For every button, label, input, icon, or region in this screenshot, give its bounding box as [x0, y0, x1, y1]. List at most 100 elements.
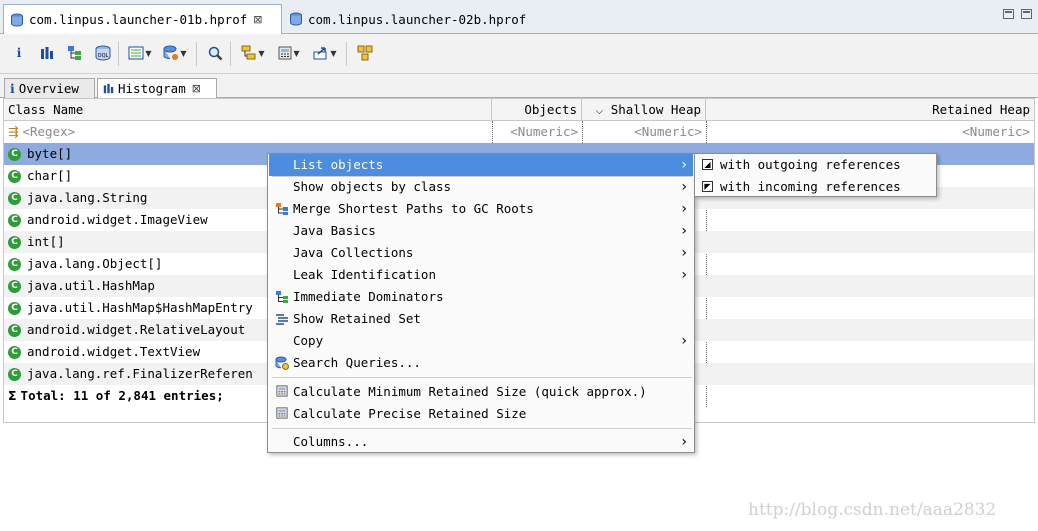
class-icon: C [8, 324, 21, 337]
menu-item-calc-precise-retained[interactable]: Calculate Precise Retained Size [269, 403, 693, 425]
class-name: int[] [27, 234, 65, 249]
sort-descending-icon: ⌵ [595, 106, 604, 117]
menu-item-label: with incoming references [720, 179, 901, 194]
class-name: char[] [27, 168, 73, 183]
menu-item-label: with outgoing references [720, 157, 901, 172]
maximize-icon[interactable] [1021, 9, 1032, 19]
menu-item-merge-shortest-paths[interactable]: Merge Shortest Paths to GC Roots › [269, 198, 693, 220]
column-header-retained-heap[interactable]: Retained Heap [706, 99, 1034, 121]
list-objects-submenu: ◢ with outgoing references ◤ with incomi… [694, 153, 937, 197]
export-icon[interactable]: ▼ [310, 43, 340, 63]
tab-label: Histogram [118, 81, 186, 96]
filter-placeholder: <Regex> [22, 124, 76, 139]
close-icon[interactable]: ⊠ [253, 13, 262, 26]
regex-filter-input[interactable]: ⇶ <Regex> [4, 121, 492, 143]
menu-item-label: Show objects by class [293, 179, 452, 194]
column-header-label: Shallow Heap [610, 102, 701, 117]
menu-item-show-objects-by-class[interactable]: Show objects by class › [269, 176, 693, 198]
filter-icon: ⇶ [8, 124, 19, 139]
class-icon: C [8, 368, 21, 381]
inner-tab-bar: i Overview Histogram ⊠ [0, 74, 1038, 98]
tab-overview[interactable]: i Overview [4, 78, 95, 98]
oql-icon[interactable]: OQL [92, 43, 114, 63]
menu-item-with-outgoing-references[interactable]: ◢ with outgoing references [696, 154, 936, 176]
menu-item-label: Java Collections [293, 245, 414, 260]
retained-heap-filter-input[interactable]: <Numeric> [706, 121, 1034, 143]
menu-item-immediate-dominators[interactable]: Immediate Dominators [269, 286, 693, 308]
menu-item-list-objects[interactable]: List objects › [269, 154, 693, 176]
editor-tab-label: com.linpus.launcher-01b.hprof [29, 12, 248, 27]
menu-item-show-retained-set[interactable]: Show Retained Set [269, 308, 693, 330]
submenu-arrow-icon: › [681, 157, 687, 173]
editor-tab-02b[interactable]: com.linpus.launcher-02b.hprof [283, 4, 565, 34]
submenu-arrow-icon: › [681, 245, 687, 261]
editor-tab-bar: com.linpus.launcher-01b.hprof ⊠ com.linp… [0, 0, 1038, 34]
toolbar: i OQL ▼ ▼ ▼ ▼ ▼ [0, 34, 1038, 74]
calculator-icon [275, 407, 289, 421]
class-name: java.util.HashMap [27, 278, 155, 293]
submenu-arrow-icon: › [681, 179, 687, 195]
dominators-icon [275, 290, 289, 304]
menu-item-copy[interactable]: Copy › [269, 330, 693, 352]
dominator-tree-icon[interactable] [64, 43, 86, 63]
class-icon: C [8, 214, 21, 227]
class-icon: C [8, 346, 21, 359]
heap-dump-overview-icon[interactable] [354, 43, 376, 63]
menu-item-with-incoming-references[interactable]: ◤ with incoming references [696, 176, 936, 198]
column-header-objects[interactable]: Objects [492, 99, 582, 121]
search-icon[interactable] [204, 43, 226, 63]
query-browser-icon[interactable]: ▼ [160, 43, 190, 63]
class-icon: C [8, 302, 21, 315]
objects-filter-input[interactable]: <Numeric> [492, 121, 582, 143]
class-icon: C [8, 280, 21, 293]
shallow-heap-filter-input[interactable]: <Numeric> [582, 121, 706, 143]
editor-tab-label: com.linpus.launcher-02b.hprof [308, 11, 527, 27]
svg-text:OQL: OQL [98, 53, 109, 59]
menu-item-label: Search Queries... [293, 355, 421, 370]
filter-row: ⇶ <Regex> <Numeric> <Numeric> <Numeric> [4, 121, 1034, 143]
class-name: java.lang.ref.FinalizerReferen [27, 366, 253, 381]
class-name: android.widget.ImageView [27, 212, 208, 227]
submenu-arrow-icon: › [681, 267, 687, 283]
heap-dump-icon [290, 12, 302, 26]
menu-item-leak-identification[interactable]: Leak Identification › [269, 264, 693, 286]
total-label: Total: 11 of 2,841 entries; [20, 388, 224, 403]
menu-item-java-basics[interactable]: Java Basics › [269, 220, 693, 242]
context-menu: List objects › Show objects by class › Mer… [267, 153, 695, 453]
class-name: byte[] [27, 146, 73, 161]
class-name: android.widget.RelativeLayout [27, 322, 246, 337]
group-by-icon[interactable]: ▼ [238, 43, 268, 63]
editor-tab-01b[interactable]: com.linpus.launcher-01b.hprof ⊠ [3, 4, 282, 34]
info-icon[interactable]: i [8, 43, 30, 63]
merge-paths-icon [275, 202, 289, 216]
histogram-icon[interactable] [36, 43, 58, 63]
menu-item-java-collections[interactable]: Java Collections › [269, 242, 693, 264]
menu-item-columns[interactable]: Columns... › [269, 431, 693, 453]
close-icon[interactable]: ⊠ [192, 82, 201, 95]
column-header-class-name[interactable]: Class Name [4, 99, 492, 121]
menu-item-search-queries[interactable]: Search Queries... [269, 352, 693, 374]
menu-separator [272, 377, 692, 378]
menu-item-calc-min-retained[interactable]: Calculate Minimum Retained Size (quick a… [269, 381, 693, 403]
minimize-icon[interactable] [1003, 9, 1014, 19]
submenu-arrow-icon: › [681, 201, 687, 217]
class-icon: C [8, 170, 21, 183]
tab-histogram[interactable]: Histogram ⊠ [97, 78, 217, 98]
submenu-arrow-icon: › [681, 434, 687, 450]
column-header-shallow-heap[interactable]: ⌵ Shallow Heap [582, 99, 706, 121]
class-name: java.util.HashMap$HashMapEntry [27, 300, 253, 315]
menu-separator [272, 428, 692, 429]
class-name: java.lang.String [27, 190, 148, 205]
heap-dump-icon [11, 13, 23, 27]
submenu-arrow-icon: › [681, 223, 687, 239]
calculator-icon [275, 385, 289, 399]
menu-item-label: List objects [293, 157, 384, 172]
submenu-arrow-icon: › [681, 333, 687, 349]
menu-item-label: Copy [293, 333, 324, 348]
calculator-icon[interactable]: ▼ [274, 43, 304, 63]
outgoing-references-icon: ◢ [702, 159, 713, 170]
thread-overview-icon[interactable]: ▼ [126, 43, 154, 63]
class-name: java.lang.Object[] [27, 256, 163, 271]
incoming-references-icon: ◤ [702, 181, 713, 192]
menu-item-label: Calculate Precise Retained Size [293, 406, 527, 421]
